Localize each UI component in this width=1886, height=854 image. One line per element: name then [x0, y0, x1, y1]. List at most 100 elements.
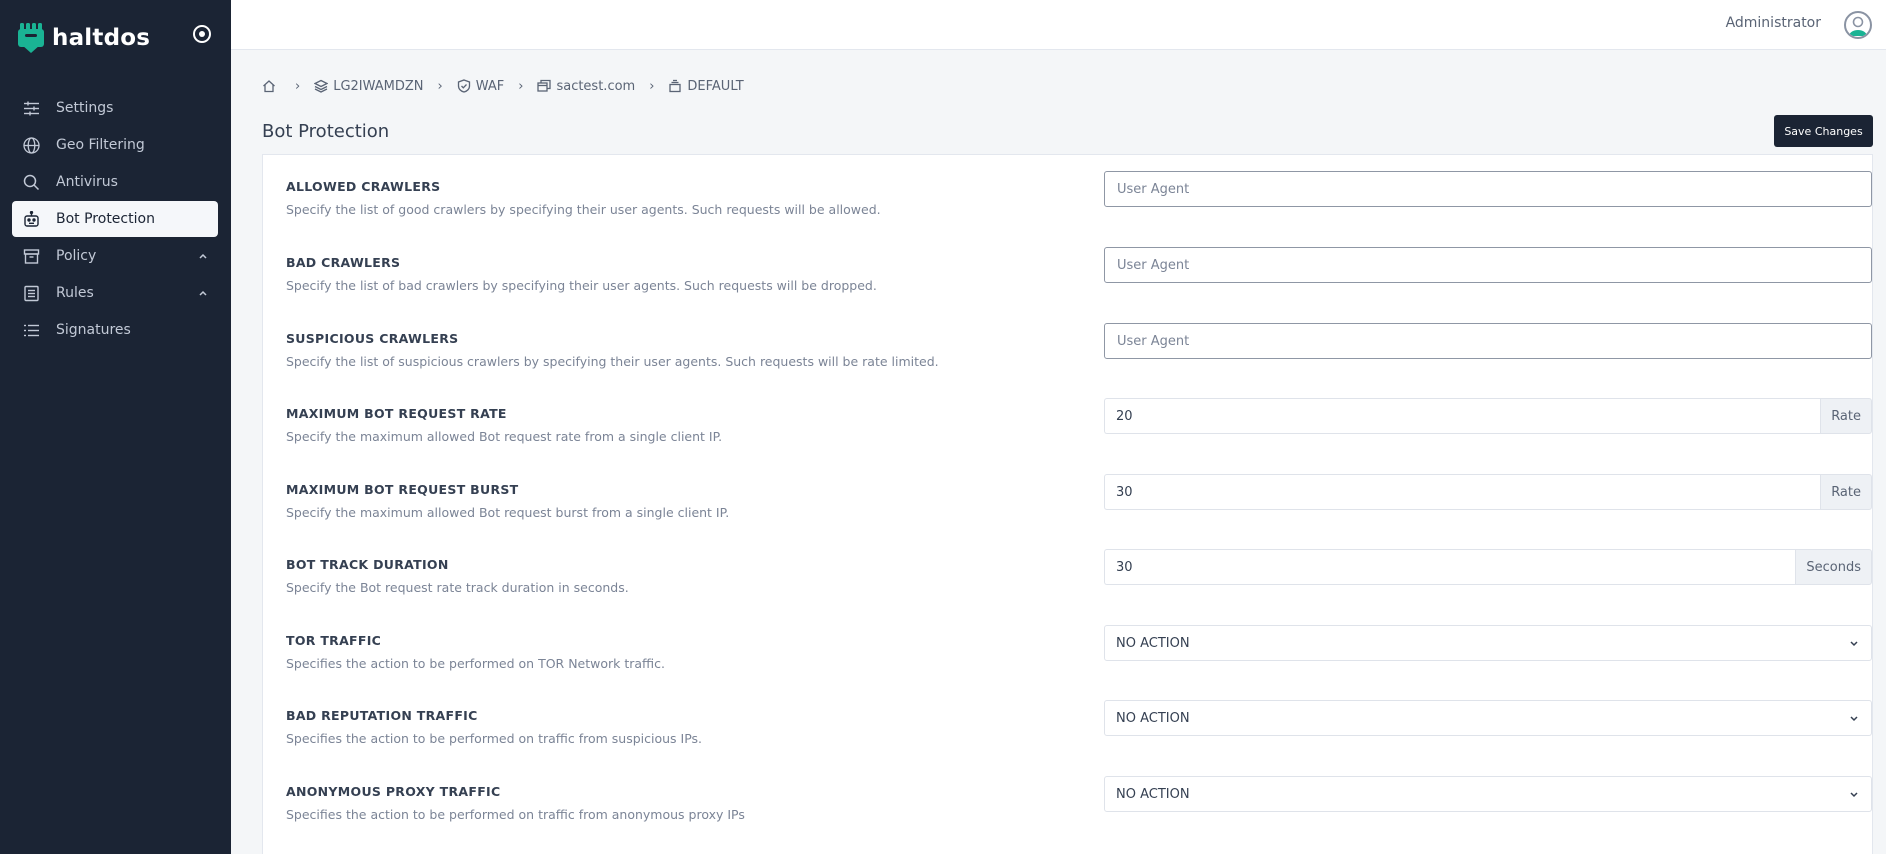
- setting-max-bot-request-rate: MAXIMUM BOT REQUEST RATE Specify the max…: [286, 398, 1872, 466]
- field-wrapper: NO ACTION: [1104, 776, 1872, 812]
- bad-crawlers-input[interactable]: [1104, 247, 1872, 283]
- windows-icon: [537, 79, 552, 92]
- setting-label: BOT TRACK DURATION: [286, 557, 449, 572]
- setting-max-bot-request-burst: MAXIMUM BOT REQUEST BURST Specify the ma…: [286, 474, 1872, 542]
- breadcrumb: › LG2IWAMDZN › WAF › sactest.com › DEFAU…: [262, 76, 744, 96]
- sidebar-toggle-icon[interactable]: [193, 25, 211, 43]
- home-icon: [263, 80, 275, 93]
- field-wrapper: NO ACTION: [1104, 700, 1872, 736]
- field-wrapper: 30 Rate: [1104, 474, 1872, 510]
- top-bar: Administrator: [231, 0, 1886, 50]
- breadcrumb-home[interactable]: [262, 79, 281, 93]
- setting-bad-reputation-traffic: BAD REPUTATION TRAFFIC Specifies the act…: [286, 700, 1872, 768]
- breadcrumb-label: sactest.com: [556, 78, 636, 94]
- setting-label: MAXIMUM BOT REQUEST RATE: [286, 406, 507, 421]
- setting-description: Specifies the action to be performed on …: [286, 656, 665, 671]
- sidebar-item-rules[interactable]: Rules: [12, 275, 218, 311]
- search-icon: [23, 174, 40, 191]
- field-wrapper: [1104, 323, 1872, 359]
- stack-icon: [669, 79, 682, 93]
- sidebar-item-signatures[interactable]: Signatures: [12, 312, 218, 348]
- setting-suspicious-crawlers: SUSPICIOUS CRAWLERS Specify the list of …: [286, 323, 1872, 391]
- max-bot-request-burst-input[interactable]: 30: [1104, 474, 1821, 510]
- unit-addon: Seconds: [1795, 549, 1872, 585]
- input-group: 30 Rate: [1104, 474, 1872, 510]
- setting-allowed-crawlers: ALLOWED CRAWLERS Specify the list of goo…: [286, 171, 1872, 239]
- breadcrumb-item-profile[interactable]: DEFAULT: [668, 78, 744, 94]
- breadcrumb-separator: ›: [649, 78, 655, 94]
- breadcrumb-separator: ›: [518, 78, 524, 94]
- breadcrumb-separator: ›: [295, 78, 301, 94]
- chevron-down-icon: [1850, 792, 1858, 798]
- list-box-icon: [23, 285, 40, 302]
- sidebar-item-label: Policy: [56, 248, 97, 264]
- field-wrapper: 30 Seconds: [1104, 549, 1872, 585]
- sidebar-item-policy[interactable]: Policy: [12, 238, 218, 274]
- setting-description: Specify the list of good crawlers by spe…: [286, 202, 881, 217]
- setting-description: Specify the Bot request rate track durat…: [286, 580, 629, 595]
- chevron-down-icon: [1850, 641, 1858, 647]
- input-group: 20 Rate: [1104, 398, 1872, 434]
- bad-reputation-traffic-select[interactable]: NO ACTION: [1104, 700, 1872, 736]
- setting-bot-track-duration: BOT TRACK DURATION Specify the Bot reque…: [286, 549, 1872, 617]
- settings-card: ALLOWED CRAWLERS Specify the list of goo…: [262, 154, 1873, 854]
- breadcrumb-label: WAF: [475, 78, 505, 94]
- setting-description: Specifies the action to be performed on …: [286, 731, 703, 746]
- sidebar-item-label: Antivirus: [56, 174, 118, 190]
- sidebar-item-bot-protection[interactable]: Bot Protection: [12, 201, 218, 237]
- setting-anonymous-proxy-traffic: ANONYMOUS PROXY TRAFFIC Specifies the ac…: [286, 776, 1872, 844]
- allowed-crawlers-input[interactable]: [1104, 171, 1872, 207]
- archive-icon: [23, 248, 40, 265]
- sidebar-item-settings[interactable]: Settings: [12, 90, 218, 126]
- field-wrapper: [1104, 247, 1872, 283]
- setting-description: Specify the maximum allowed Bot request …: [286, 429, 723, 444]
- bot-track-duration-input[interactable]: 30: [1104, 549, 1796, 585]
- sidebar-nav: Settings Geo Filtering Antivirus Bot Pro…: [12, 90, 218, 349]
- robot-icon: [23, 210, 40, 228]
- chevron-down-icon: [1850, 716, 1858, 722]
- breadcrumb-item-domain[interactable]: sactest.com: [537, 79, 635, 94]
- setting-bad-crawlers: BAD CRAWLERS Specify the list of bad cra…: [286, 247, 1872, 315]
- sidebar-item-geo-filtering[interactable]: Geo Filtering: [12, 127, 218, 163]
- setting-label: TOR TRAFFIC: [286, 633, 382, 648]
- sidebar-item-label: Geo Filtering: [56, 137, 145, 153]
- field-wrapper: [1104, 171, 1872, 207]
- field-wrapper: 20 Rate: [1104, 398, 1872, 434]
- sidebar-item-label: Signatures: [56, 322, 131, 338]
- brand-name: haltdos: [52, 25, 151, 51]
- layers-icon: [314, 79, 329, 93]
- setting-label: MAXIMUM BOT REQUEST BURST: [286, 482, 519, 497]
- sidebar-item-label: Bot Protection: [56, 211, 155, 227]
- haltdos-logo-icon: [18, 23, 44, 53]
- setting-label: SUSPICIOUS CRAWLERS: [286, 331, 459, 346]
- breadcrumb-item-waf[interactable]: WAF: [457, 78, 505, 94]
- sliders-icon: [23, 100, 40, 117]
- setting-description: Specifies the action to be performed on …: [286, 807, 745, 822]
- unit-addon: Rate: [1820, 474, 1872, 510]
- user-name[interactable]: Administrator: [1726, 15, 1821, 31]
- shield-icon: [457, 79, 470, 93]
- anonymous-proxy-traffic-select[interactable]: NO ACTION: [1104, 776, 1872, 812]
- chevron-up-icon: [199, 253, 207, 259]
- save-changes-button[interactable]: Save Changes: [1774, 115, 1873, 147]
- breadcrumb-item-tenant[interactable]: LG2IWAMDZN: [314, 78, 424, 94]
- setting-description: Specify the maximum allowed Bot request …: [286, 505, 730, 520]
- max-bot-request-rate-input[interactable]: 20: [1104, 398, 1821, 434]
- sidebar: haltdos Settings Geo Filtering Antivirus…: [0, 0, 231, 854]
- breadcrumb-separator: ›: [437, 78, 443, 94]
- chevron-up-icon: [199, 290, 207, 296]
- suspicious-crawlers-input[interactable]: [1104, 323, 1872, 359]
- select-value: NO ACTION: [1116, 786, 1190, 802]
- sidebar-item-label: Settings: [56, 100, 114, 116]
- sidebar-item-label: Rules: [56, 285, 94, 301]
- setting-label: ANONYMOUS PROXY TRAFFIC: [286, 784, 501, 799]
- brand[interactable]: haltdos: [18, 22, 150, 54]
- breadcrumb-label: LG2IWAMDZN: [333, 78, 424, 94]
- breadcrumb-label: DEFAULT: [687, 78, 744, 94]
- user-avatar-icon[interactable]: [1844, 11, 1872, 39]
- sidebar-item-antivirus[interactable]: Antivirus: [12, 164, 218, 200]
- input-group: 30 Seconds: [1104, 549, 1872, 585]
- select-value: NO ACTION: [1116, 710, 1190, 726]
- tor-traffic-select[interactable]: NO ACTION: [1104, 625, 1872, 661]
- setting-description: Specify the list of suspicious crawlers …: [286, 354, 939, 369]
